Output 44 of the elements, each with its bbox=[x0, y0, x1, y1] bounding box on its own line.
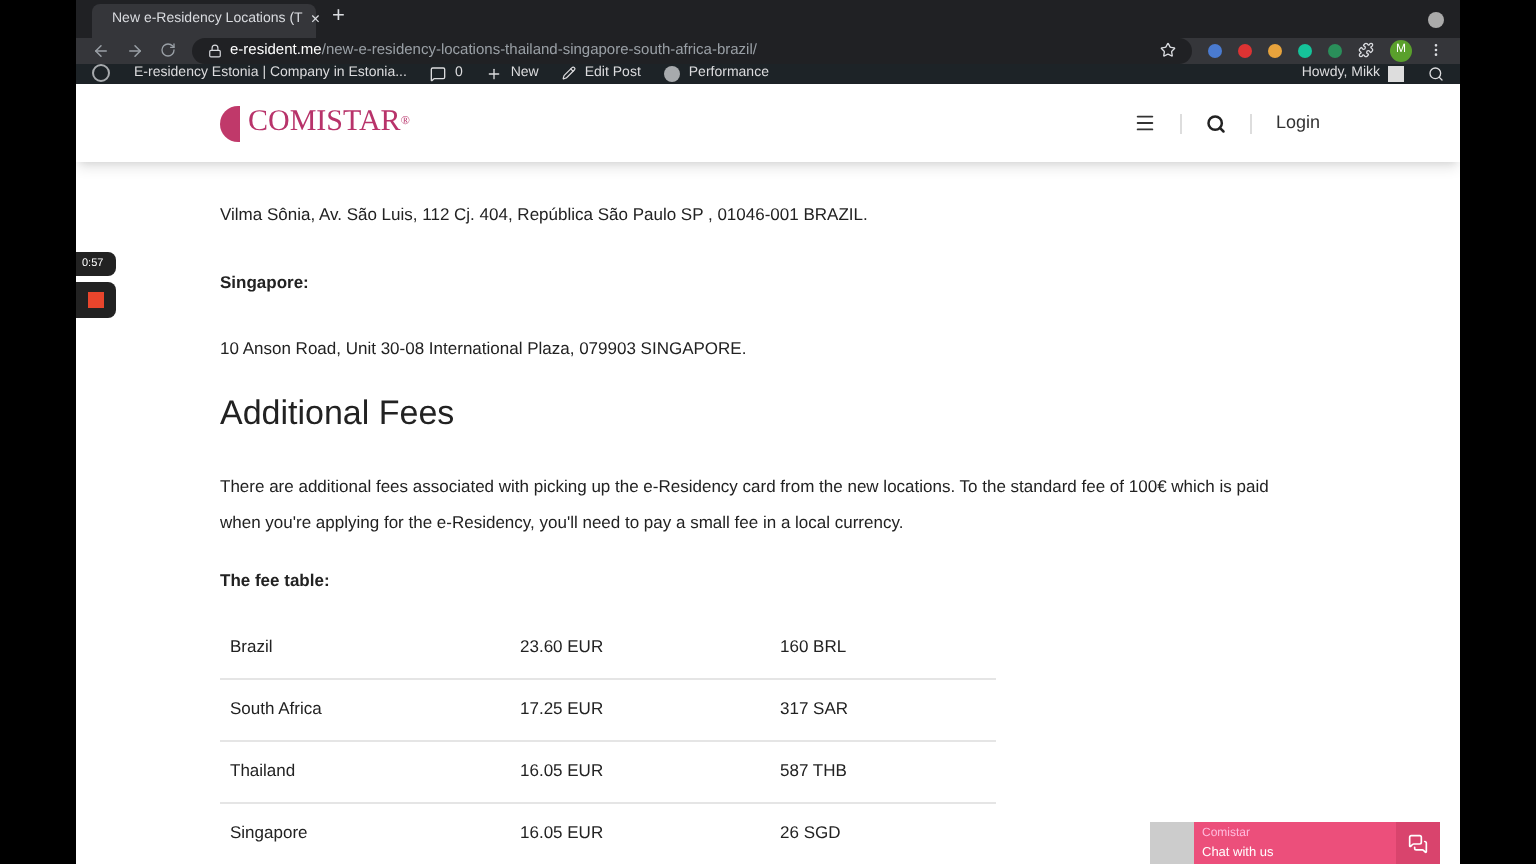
plus-icon bbox=[486, 65, 503, 82]
table-cell-text: Thailand bbox=[230, 758, 298, 784]
extension-icon[interactable] bbox=[1298, 43, 1312, 57]
extension-icon[interactable] bbox=[1268, 43, 1282, 57]
extension-icon[interactable] bbox=[1238, 43, 1252, 57]
table-cell-text: Singapore bbox=[230, 820, 310, 846]
table-cell-text: 17.25 EUR bbox=[520, 696, 606, 722]
paragraph-text: There are additional fees associated with picking up the e-Residency card from the new locations. To the standard fee of 100€ which is paid when you're applying for the e-Residency, you'll need to pay a small fee in a local currency. bbox=[220, 473, 1271, 536]
avatar-icon bbox=[1388, 65, 1404, 82]
lock-icon bbox=[208, 43, 222, 57]
table-cell: 317 SAR bbox=[780, 696, 849, 722]
login-link[interactable]: Login bbox=[1275, 109, 1320, 137]
avatar-placeholder bbox=[1150, 821, 1194, 864]
table-cell-text: 16.05 EUR bbox=[520, 820, 606, 846]
table-cell-text: Brazil bbox=[230, 634, 275, 660]
address-text: 10 Anson Road, Unit 30-08 International Plaza, 079903 SINGAPORE. bbox=[220, 335, 749, 361]
section-heading: Additional Fees bbox=[220, 392, 457, 437]
extension-icon[interactable] bbox=[1328, 43, 1342, 57]
site-logo[interactable]: COMISTAR$^{®}$ bbox=[248, 100, 410, 146]
pencil-icon bbox=[562, 66, 577, 81]
reload-icon[interactable] bbox=[160, 42, 176, 58]
table-cell-text: 16.05 EUR bbox=[520, 758, 606, 784]
chat-icon bbox=[1408, 833, 1428, 853]
table-label: The fee table: bbox=[220, 567, 332, 593]
extension-icon[interactable] bbox=[1208, 43, 1222, 57]
stop-icon bbox=[88, 292, 104, 309]
forward-icon[interactable] bbox=[126, 41, 144, 59]
address-text: Vilma Sônia, Av. São Luis, 112 Cj. 404, República São Paulo SP , 01046-001 BRAZIL. bbox=[220, 202, 870, 228]
comment-icon bbox=[430, 65, 447, 82]
extensions-icon[interactable] bbox=[1358, 42, 1374, 58]
table-cell: 160 BRL bbox=[780, 634, 847, 660]
table-cell-text: 23.60 EUR bbox=[520, 634, 606, 660]
stop-recording-button[interactable] bbox=[76, 282, 116, 319]
back-icon[interactable] bbox=[92, 41, 110, 59]
search-icon[interactable] bbox=[1205, 113, 1226, 133]
menu-icon[interactable] bbox=[1133, 112, 1156, 134]
section-label: Singapore: bbox=[220, 269, 311, 295]
close-icon[interactable]: × bbox=[310, 8, 320, 32]
new-tab-button[interactable]: + bbox=[332, 0, 345, 33]
table-cell-text: South Africa bbox=[230, 696, 324, 722]
table-cell: 26 SGD bbox=[780, 820, 841, 846]
logo-icon bbox=[220, 105, 240, 141]
table-cell: 587 THB bbox=[780, 758, 847, 784]
star-icon[interactable] bbox=[1160, 42, 1176, 58]
